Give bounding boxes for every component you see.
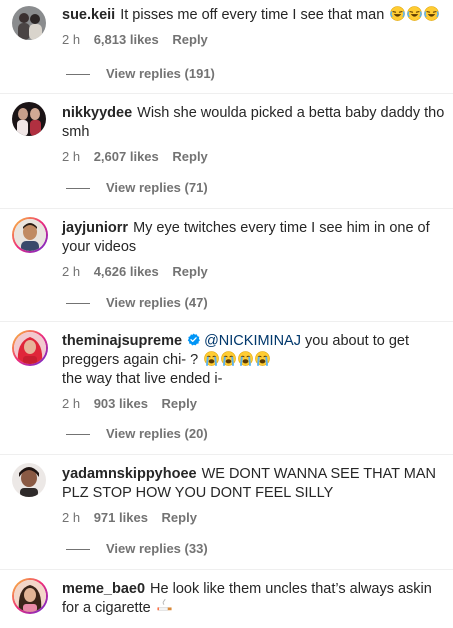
reply-button[interactable]: Reply xyxy=(162,510,197,525)
avatar[interactable] xyxy=(12,578,48,614)
comment-time: 2 h xyxy=(62,264,81,279)
avatar[interactable] xyxy=(12,102,46,136)
view-replies-button[interactable]: View replies (191) xyxy=(66,66,215,82)
comment-text: yadamnskippyhoee WE DONT WANNA SEE THAT M… xyxy=(62,465,447,503)
comment-username[interactable]: yadamnskippyhoee xyxy=(62,466,197,482)
comment-meta: 2 h 2,607 likes Reply xyxy=(62,149,447,165)
comment-text: meme_bae0 He look like them uncles that’s… xyxy=(62,580,447,618)
comment-item: nikkyydee Wish she woulda picked a betta … xyxy=(0,94,453,209)
view-replies-label: View replies (33) xyxy=(106,541,208,556)
comment-item: sue.keii It pisses me off every time I se… xyxy=(0,0,453,94)
replies-line xyxy=(66,434,90,436)
replies-line xyxy=(66,549,90,551)
view-replies-label: View replies (47) xyxy=(106,295,208,310)
comment-likes[interactable]: 903 likes xyxy=(94,396,148,411)
face-with-tears-of-joy-icon xyxy=(424,6,439,21)
comment-username[interactable]: theminajsupreme xyxy=(62,333,182,349)
comment-username[interactable]: jayjuniorr xyxy=(62,220,128,236)
avatar[interactable] xyxy=(12,217,48,253)
comment-likes[interactable]: 6,813 likes xyxy=(94,32,159,47)
comment-item: meme_bae0 He look like them uncles that’s… xyxy=(0,570,453,628)
view-replies-label: View replies (191) xyxy=(106,66,215,81)
face-with-tears-of-joy-icon xyxy=(390,6,405,21)
loudly-crying-face-icon xyxy=(238,351,253,366)
reply-button[interactable]: Reply xyxy=(162,396,197,411)
loudly-crying-face-icon xyxy=(255,351,270,366)
comment-meta: 2 h 6,813 likes Reply xyxy=(62,32,447,48)
comment-text: theminajsupreme @NICKIMINAJ you about to … xyxy=(62,332,447,389)
comment-text: jayjuniorr My eye twitches every time I s… xyxy=(62,219,447,257)
comment-likes[interactable]: 971 likes xyxy=(94,510,148,525)
view-replies-label: View replies (71) xyxy=(106,180,208,195)
reply-button[interactable]: Reply xyxy=(172,32,207,47)
comment-likes[interactable]: 4,626 likes xyxy=(94,264,159,279)
verified-badge-icon xyxy=(187,333,200,346)
view-replies-button[interactable]: View replies (71) xyxy=(66,180,208,196)
comment-item: jayjuniorr My eye twitches every time I s… xyxy=(0,209,453,322)
face-with-tears-of-joy-icon xyxy=(407,6,422,21)
comment-time: 2 h xyxy=(62,32,81,47)
replies-line xyxy=(66,188,90,190)
reply-button[interactable]: Reply xyxy=(172,149,207,164)
comment-time: 2 h xyxy=(62,510,81,525)
avatar[interactable] xyxy=(12,330,48,366)
comment-text: sue.keii It pisses me off every time I se… xyxy=(62,6,447,25)
comment-text: nikkyydee Wish she woulda picked a betta … xyxy=(62,104,447,142)
cigarette-icon xyxy=(157,599,172,611)
comment-username[interactable]: meme_bae0 xyxy=(62,581,145,597)
view-replies-label: View replies (20) xyxy=(106,426,208,441)
view-replies-button[interactable]: View replies (47) xyxy=(66,295,208,311)
avatar[interactable] xyxy=(12,6,46,40)
comment-meta: 2 h 971 likes Reply xyxy=(62,510,447,526)
comment-body: It pisses me off every time I see that m… xyxy=(120,7,385,23)
comment-item: yadamnskippyhoee WE DONT WANNA SEE THAT M… xyxy=(0,455,453,570)
loudly-crying-face-icon xyxy=(204,351,219,366)
loudly-crying-face-icon xyxy=(221,351,236,366)
comment-body-line2: the way that live ended i- xyxy=(62,371,223,387)
avatar[interactable] xyxy=(12,463,46,497)
view-replies-button[interactable]: View replies (20) xyxy=(66,426,208,442)
comment-likes[interactable]: 2,607 likes xyxy=(94,149,159,164)
comment-time: 2 h xyxy=(62,396,81,411)
comment-username[interactable]: nikkyydee xyxy=(62,105,132,121)
comment-item: theminajsupreme @NICKIMINAJ you about to … xyxy=(0,322,453,455)
replies-line xyxy=(66,74,90,76)
mention-link[interactable]: @NICKIMINAJ xyxy=(204,333,301,349)
comment-meta: 2 h 4,626 likes Reply xyxy=(62,264,447,280)
comment-username[interactable]: sue.keii xyxy=(62,7,115,23)
view-replies-button[interactable]: View replies (33) xyxy=(66,541,208,557)
reply-button[interactable]: Reply xyxy=(172,264,207,279)
comment-meta: 2 h 903 likes Reply xyxy=(62,396,447,412)
comment-time: 2 h xyxy=(62,149,81,164)
replies-line xyxy=(66,303,90,305)
